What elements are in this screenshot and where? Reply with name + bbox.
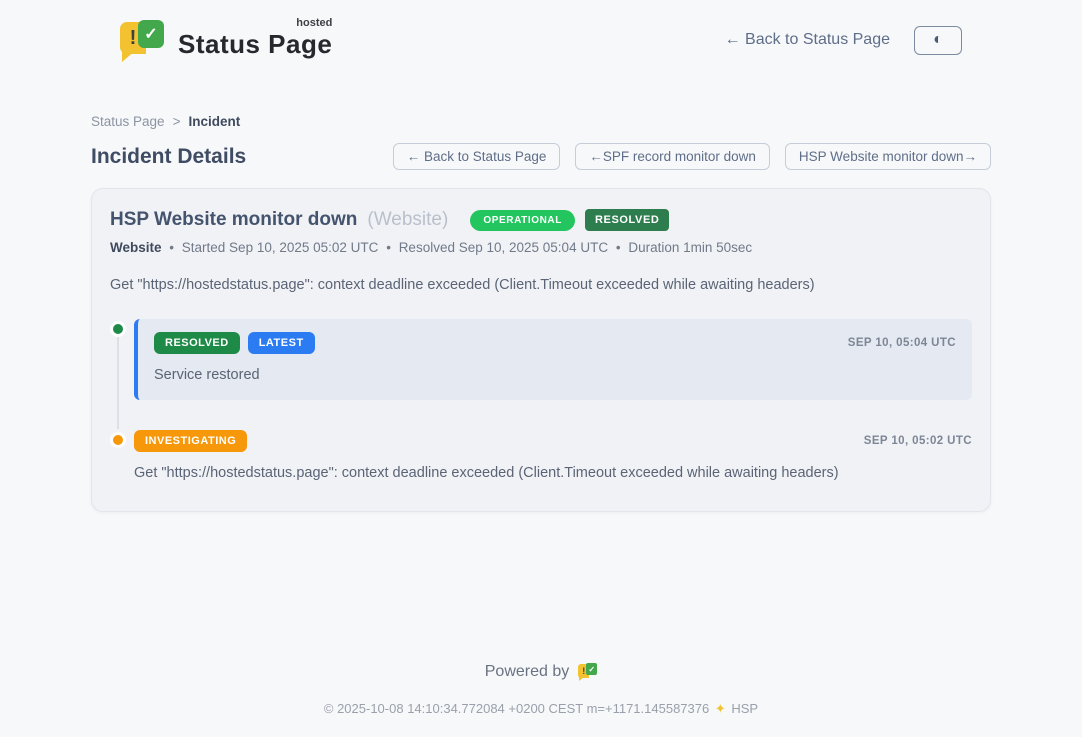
statuspage-logo[interactable]: ! ✓ Status Page hosted xyxy=(120,20,332,60)
breadcrumb: Status Page > Incident xyxy=(91,114,991,129)
brand-wrap: Status Page hosted xyxy=(178,21,332,60)
timeline-gap xyxy=(110,400,972,430)
powered-by-text: Powered by xyxy=(485,663,570,681)
breadcrumb-status-page[interactable]: Status Page xyxy=(91,114,165,129)
meta-duration: Duration 1min 50sec xyxy=(628,240,752,255)
meta-separator: • xyxy=(616,240,621,255)
incident-card: HSP Website monitor down (Website) OPERA… xyxy=(91,188,991,512)
header: ! ✓ Status Page hosted ← Back to Status … xyxy=(0,0,1082,66)
header-back-link[interactable]: ← Back to Status Page xyxy=(725,31,890,49)
page-title: Incident Details xyxy=(91,145,246,169)
timeline-message: Get "https://hostedstatus.page": context… xyxy=(134,465,972,481)
statuspage-mini-logo-icon[interactable]: ! ✓ xyxy=(578,663,597,681)
meta-started: Started Sep 10, 2025 05:02 UTC xyxy=(182,240,379,255)
incident-description: Get "https://hostedstatus.page": context… xyxy=(110,277,972,293)
resolved-status-badge: RESOLVED xyxy=(154,332,240,354)
timeline-entry-head: RESOLVED LATEST SEP 10, 05:04 UTC xyxy=(154,332,956,354)
footer-brand-suffix: HSP xyxy=(731,701,758,716)
breadcrumb-incident: Incident xyxy=(188,114,240,129)
timeline-entry-head: INVESTIGATING SEP 10, 05:02 UTC xyxy=(134,430,972,452)
timeline-badges: RESOLVED LATEST xyxy=(154,332,315,354)
brand-superscript: hosted xyxy=(296,17,332,29)
timeline-entry-resolved: RESOLVED LATEST SEP 10, 05:04 UTC Servic… xyxy=(110,319,972,400)
circle-half-icon: ◐ xyxy=(933,32,943,48)
incident-title: HSP Website monitor down xyxy=(110,209,357,231)
theme-toggle-button[interactable]: ◐ xyxy=(914,26,962,55)
brand-name: Status Page xyxy=(178,29,332,59)
speech-bubble-tail xyxy=(579,676,585,681)
meta-separator: • xyxy=(169,240,174,255)
incident-component: (Website) xyxy=(367,209,448,231)
timeline-dot-orange xyxy=(110,432,126,448)
incident-title-row: HSP Website monitor down (Website) OPERA… xyxy=(110,209,972,231)
timeline-timestamp: SEP 10, 05:04 UTC xyxy=(848,337,956,349)
resolved-badge: RESOLVED xyxy=(585,209,670,231)
sparkles-icon: ✦ xyxy=(715,701,726,716)
timeline-dot-green xyxy=(110,321,126,337)
timeline-badges: INVESTIGATING xyxy=(134,430,247,452)
breadcrumb-separator: > xyxy=(173,114,181,129)
timeline-entry-body: RESOLVED LATEST SEP 10, 05:04 UTC Servic… xyxy=(134,319,972,400)
timeline-timestamp: SEP 10, 05:02 UTC xyxy=(864,435,972,447)
incident-timeline: RESOLVED LATEST SEP 10, 05:04 UTC Servic… xyxy=(110,319,972,481)
incident-meta: Website • Started Sep 10, 2025 05:02 UTC… xyxy=(110,240,972,255)
prev-incident-button[interactable]: ←SPF record monitor down xyxy=(575,143,770,170)
meta-component: Website xyxy=(110,240,162,255)
main-content: Status Page > Incident Incident Details … xyxy=(91,114,991,512)
timeline-entry-investigating: INVESTIGATING SEP 10, 05:02 UTC Get "htt… xyxy=(110,430,972,481)
speech-bubble-tail xyxy=(122,50,136,62)
statuspage-logo-icon: ! ✓ xyxy=(120,20,166,60)
timeline-message: Service restored xyxy=(154,367,956,383)
footer: Powered by ! ✓ © 2025-10-08 14:10:34.772… xyxy=(0,663,1082,717)
copyright-text: © 2025-10-08 14:10:34.772084 +0200 CEST … xyxy=(324,701,709,716)
back-to-status-page-button[interactable]: ← Back to Status Page xyxy=(393,143,561,170)
title-row: Incident Details ← Back to Status Page ←… xyxy=(91,143,991,170)
operational-badge: OPERATIONAL xyxy=(470,210,575,231)
checkmark-icon: ✓ xyxy=(138,20,164,48)
copyright-line: © 2025-10-08 14:10:34.772084 +0200 CEST … xyxy=(0,701,1082,717)
latest-badge: LATEST xyxy=(248,332,315,354)
checkmark-icon: ✓ xyxy=(586,663,597,675)
header-right: ← Back to Status Page ◐ xyxy=(725,26,962,55)
next-incident-button[interactable]: HSP Website monitor down→ xyxy=(785,143,991,170)
timeline-entry-body: INVESTIGATING SEP 10, 05:02 UTC Get "htt… xyxy=(134,430,972,481)
meta-separator: • xyxy=(386,240,391,255)
meta-resolved: Resolved Sep 10, 2025 05:04 UTC xyxy=(399,240,608,255)
powered-by: Powered by ! ✓ xyxy=(0,663,1082,681)
investigating-status-badge: INVESTIGATING xyxy=(134,430,247,452)
incident-nav-buttons: ← Back to Status Page ←SPF record monito… xyxy=(393,143,991,170)
